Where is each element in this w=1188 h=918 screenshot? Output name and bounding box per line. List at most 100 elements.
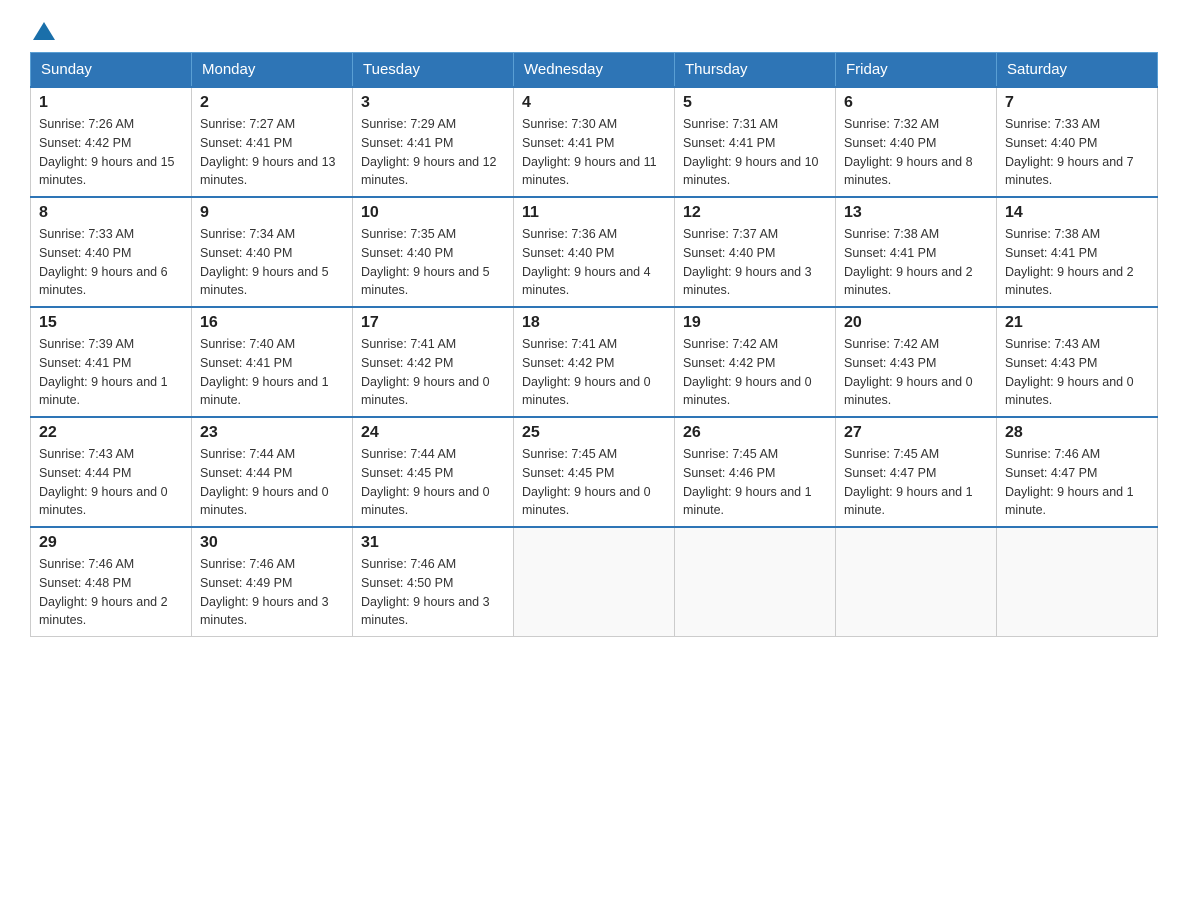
day-info: Sunrise: 7:32 AMSunset: 4:40 PMDaylight:… — [844, 115, 988, 190]
header-thursday: Thursday — [675, 53, 836, 88]
day-number: 17 — [361, 314, 505, 332]
calendar-cell: 1 Sunrise: 7:26 AMSunset: 4:42 PMDaylight… — [31, 87, 192, 197]
day-number: 5 — [683, 94, 827, 112]
calendar-cell: 4 Sunrise: 7:30 AMSunset: 4:41 PMDaylight… — [514, 87, 675, 197]
day-number: 29 — [39, 534, 183, 552]
week-row-5: 29 Sunrise: 7:46 AMSunset: 4:48 PMDayligh… — [31, 527, 1158, 637]
day-number: 12 — [683, 204, 827, 222]
calendar-cell: 17 Sunrise: 7:41 AMSunset: 4:42 PMDayligh… — [353, 307, 514, 417]
calendar-cell: 10 Sunrise: 7:35 AMSunset: 4:40 PMDayligh… — [353, 197, 514, 307]
calendar-cell: 11 Sunrise: 7:36 AMSunset: 4:40 PMDayligh… — [514, 197, 675, 307]
day-info: Sunrise: 7:40 AMSunset: 4:41 PMDaylight:… — [200, 335, 344, 410]
day-number: 19 — [683, 314, 827, 332]
day-number: 22 — [39, 424, 183, 442]
day-info: Sunrise: 7:46 AMSunset: 4:48 PMDaylight:… — [39, 555, 183, 630]
calendar-header-row: SundayMondayTuesdayWednesdayThursdayFrid… — [31, 53, 1158, 88]
day-info: Sunrise: 7:37 AMSunset: 4:40 PMDaylight:… — [683, 225, 827, 300]
day-info: Sunrise: 7:45 AMSunset: 4:46 PMDaylight:… — [683, 445, 827, 520]
day-info: Sunrise: 7:41 AMSunset: 4:42 PMDaylight:… — [522, 335, 666, 410]
day-info: Sunrise: 7:44 AMSunset: 4:44 PMDaylight:… — [200, 445, 344, 520]
day-info: Sunrise: 7:46 AMSunset: 4:47 PMDaylight:… — [1005, 445, 1149, 520]
calendar-cell: 16 Sunrise: 7:40 AMSunset: 4:41 PMDayligh… — [192, 307, 353, 417]
day-number: 4 — [522, 94, 666, 112]
calendar-cell: 7 Sunrise: 7:33 AMSunset: 4:40 PMDaylight… — [997, 87, 1158, 197]
day-number: 20 — [844, 314, 988, 332]
day-number: 9 — [200, 204, 344, 222]
day-number: 11 — [522, 204, 666, 222]
day-number: 24 — [361, 424, 505, 442]
day-info: Sunrise: 7:39 AMSunset: 4:41 PMDaylight:… — [39, 335, 183, 410]
day-number: 6 — [844, 94, 988, 112]
header-friday: Friday — [836, 53, 997, 88]
day-info: Sunrise: 7:38 AMSunset: 4:41 PMDaylight:… — [1005, 225, 1149, 300]
calendar-cell: 12 Sunrise: 7:37 AMSunset: 4:40 PMDayligh… — [675, 197, 836, 307]
day-number: 26 — [683, 424, 827, 442]
day-info: Sunrise: 7:43 AMSunset: 4:44 PMDaylight:… — [39, 445, 183, 520]
calendar-cell: 9Sunrise: 7:34 AMSunset: 4:40 PMDaylight… — [192, 197, 353, 307]
calendar-cell: 19Sunrise: 7:42 AMSunset: 4:42 PMDayligh… — [675, 307, 836, 417]
day-number: 1 — [39, 94, 183, 112]
day-number: 27 — [844, 424, 988, 442]
day-info: Sunrise: 7:38 AMSunset: 4:41 PMDaylight:… — [844, 225, 988, 300]
calendar-cell: 6 Sunrise: 7:32 AMSunset: 4:40 PMDaylight… — [836, 87, 997, 197]
calendar-cell: 31 Sunrise: 7:46 AMSunset: 4:50 PMDayligh… — [353, 527, 514, 637]
day-info: Sunrise: 7:33 AMSunset: 4:40 PMDaylight:… — [39, 225, 183, 300]
calendar-cell: 27 Sunrise: 7:45 AMSunset: 4:47 PMDayligh… — [836, 417, 997, 527]
day-info: Sunrise: 7:31 AMSunset: 4:41 PMDaylight:… — [683, 115, 827, 190]
day-number: 15 — [39, 314, 183, 332]
week-row-1: 1 Sunrise: 7:26 AMSunset: 4:42 PMDaylight… — [31, 87, 1158, 197]
calendar-cell: 3Sunrise: 7:29 AMSunset: 4:41 PMDaylight… — [353, 87, 514, 197]
day-number: 10 — [361, 204, 505, 222]
calendar-cell: 22 Sunrise: 7:43 AMSunset: 4:44 PMDayligh… — [31, 417, 192, 527]
calendar-cell: 29 Sunrise: 7:46 AMSunset: 4:48 PMDayligh… — [31, 527, 192, 637]
calendar-cell: 21 Sunrise: 7:43 AMSunset: 4:43 PMDayligh… — [997, 307, 1158, 417]
calendar-cell: 24 Sunrise: 7:44 AMSunset: 4:45 PMDayligh… — [353, 417, 514, 527]
day-info: Sunrise: 7:45 AMSunset: 4:47 PMDaylight:… — [844, 445, 988, 520]
day-info: Sunrise: 7:45 AMSunset: 4:45 PMDaylight:… — [522, 445, 666, 520]
day-number: 3 — [361, 94, 505, 112]
day-info: Sunrise: 7:42 AMSunset: 4:43 PMDaylight:… — [844, 335, 988, 410]
calendar-cell: 15 Sunrise: 7:39 AMSunset: 4:41 PMDayligh… — [31, 307, 192, 417]
calendar-cell — [675, 527, 836, 637]
day-number: 21 — [1005, 314, 1149, 332]
header-saturday: Saturday — [997, 53, 1158, 88]
logo — [30, 20, 55, 42]
day-info: Sunrise: 7:46 AMSunset: 4:50 PMDaylight:… — [361, 555, 505, 630]
day-number: 13 — [844, 204, 988, 222]
day-info: Sunrise: 7:36 AMSunset: 4:40 PMDaylight:… — [522, 225, 666, 300]
day-number: 23 — [200, 424, 344, 442]
calendar-cell: 13 Sunrise: 7:38 AMSunset: 4:41 PMDayligh… — [836, 197, 997, 307]
day-number: 2 — [200, 94, 344, 112]
day-number: 16 — [200, 314, 344, 332]
day-number: 25 — [522, 424, 666, 442]
calendar-cell: 30Sunrise: 7:46 AMSunset: 4:49 PMDayligh… — [192, 527, 353, 637]
logo-triangle-icon — [33, 20, 55, 42]
day-info: Sunrise: 7:46 AMSunset: 4:49 PMDaylight:… — [200, 555, 344, 630]
calendar-cell: 28 Sunrise: 7:46 AMSunset: 4:47 PMDayligh… — [997, 417, 1158, 527]
header-tuesday: Tuesday — [353, 53, 514, 88]
calendar-cell: 14Sunrise: 7:38 AMSunset: 4:41 PMDayligh… — [997, 197, 1158, 307]
header-monday: Monday — [192, 53, 353, 88]
day-info: Sunrise: 7:30 AMSunset: 4:41 PMDaylight:… — [522, 115, 666, 190]
day-number: 28 — [1005, 424, 1149, 442]
calendar-cell: 5 Sunrise: 7:31 AMSunset: 4:41 PMDaylight… — [675, 87, 836, 197]
calendar-cell: 8 Sunrise: 7:33 AMSunset: 4:40 PMDaylight… — [31, 197, 192, 307]
day-info: Sunrise: 7:43 AMSunset: 4:43 PMDaylight:… — [1005, 335, 1149, 410]
day-info: Sunrise: 7:33 AMSunset: 4:40 PMDaylight:… — [1005, 115, 1149, 190]
day-number: 7 — [1005, 94, 1149, 112]
calendar-cell: 20 Sunrise: 7:42 AMSunset: 4:43 PMDayligh… — [836, 307, 997, 417]
calendar-cell: 18Sunrise: 7:41 AMSunset: 4:42 PMDayligh… — [514, 307, 675, 417]
week-row-4: 22 Sunrise: 7:43 AMSunset: 4:44 PMDayligh… — [31, 417, 1158, 527]
calendar-cell: 23 Sunrise: 7:44 AMSunset: 4:44 PMDayligh… — [192, 417, 353, 527]
calendar-cell: 25 Sunrise: 7:45 AMSunset: 4:45 PMDayligh… — [514, 417, 675, 527]
week-row-2: 8 Sunrise: 7:33 AMSunset: 4:40 PMDaylight… — [31, 197, 1158, 307]
day-info: Sunrise: 7:41 AMSunset: 4:42 PMDaylight:… — [361, 335, 505, 410]
calendar-cell: 26 Sunrise: 7:45 AMSunset: 4:46 PMDayligh… — [675, 417, 836, 527]
day-number: 31 — [361, 534, 505, 552]
day-info: Sunrise: 7:26 AMSunset: 4:42 PMDaylight:… — [39, 115, 183, 190]
calendar-cell — [836, 527, 997, 637]
day-info: Sunrise: 7:44 AMSunset: 4:45 PMDaylight:… — [361, 445, 505, 520]
day-number: 8 — [39, 204, 183, 222]
calendar-table: SundayMondayTuesdayWednesdayThursdayFrid… — [30, 52, 1158, 637]
day-info: Sunrise: 7:35 AMSunset: 4:40 PMDaylight:… — [361, 225, 505, 300]
